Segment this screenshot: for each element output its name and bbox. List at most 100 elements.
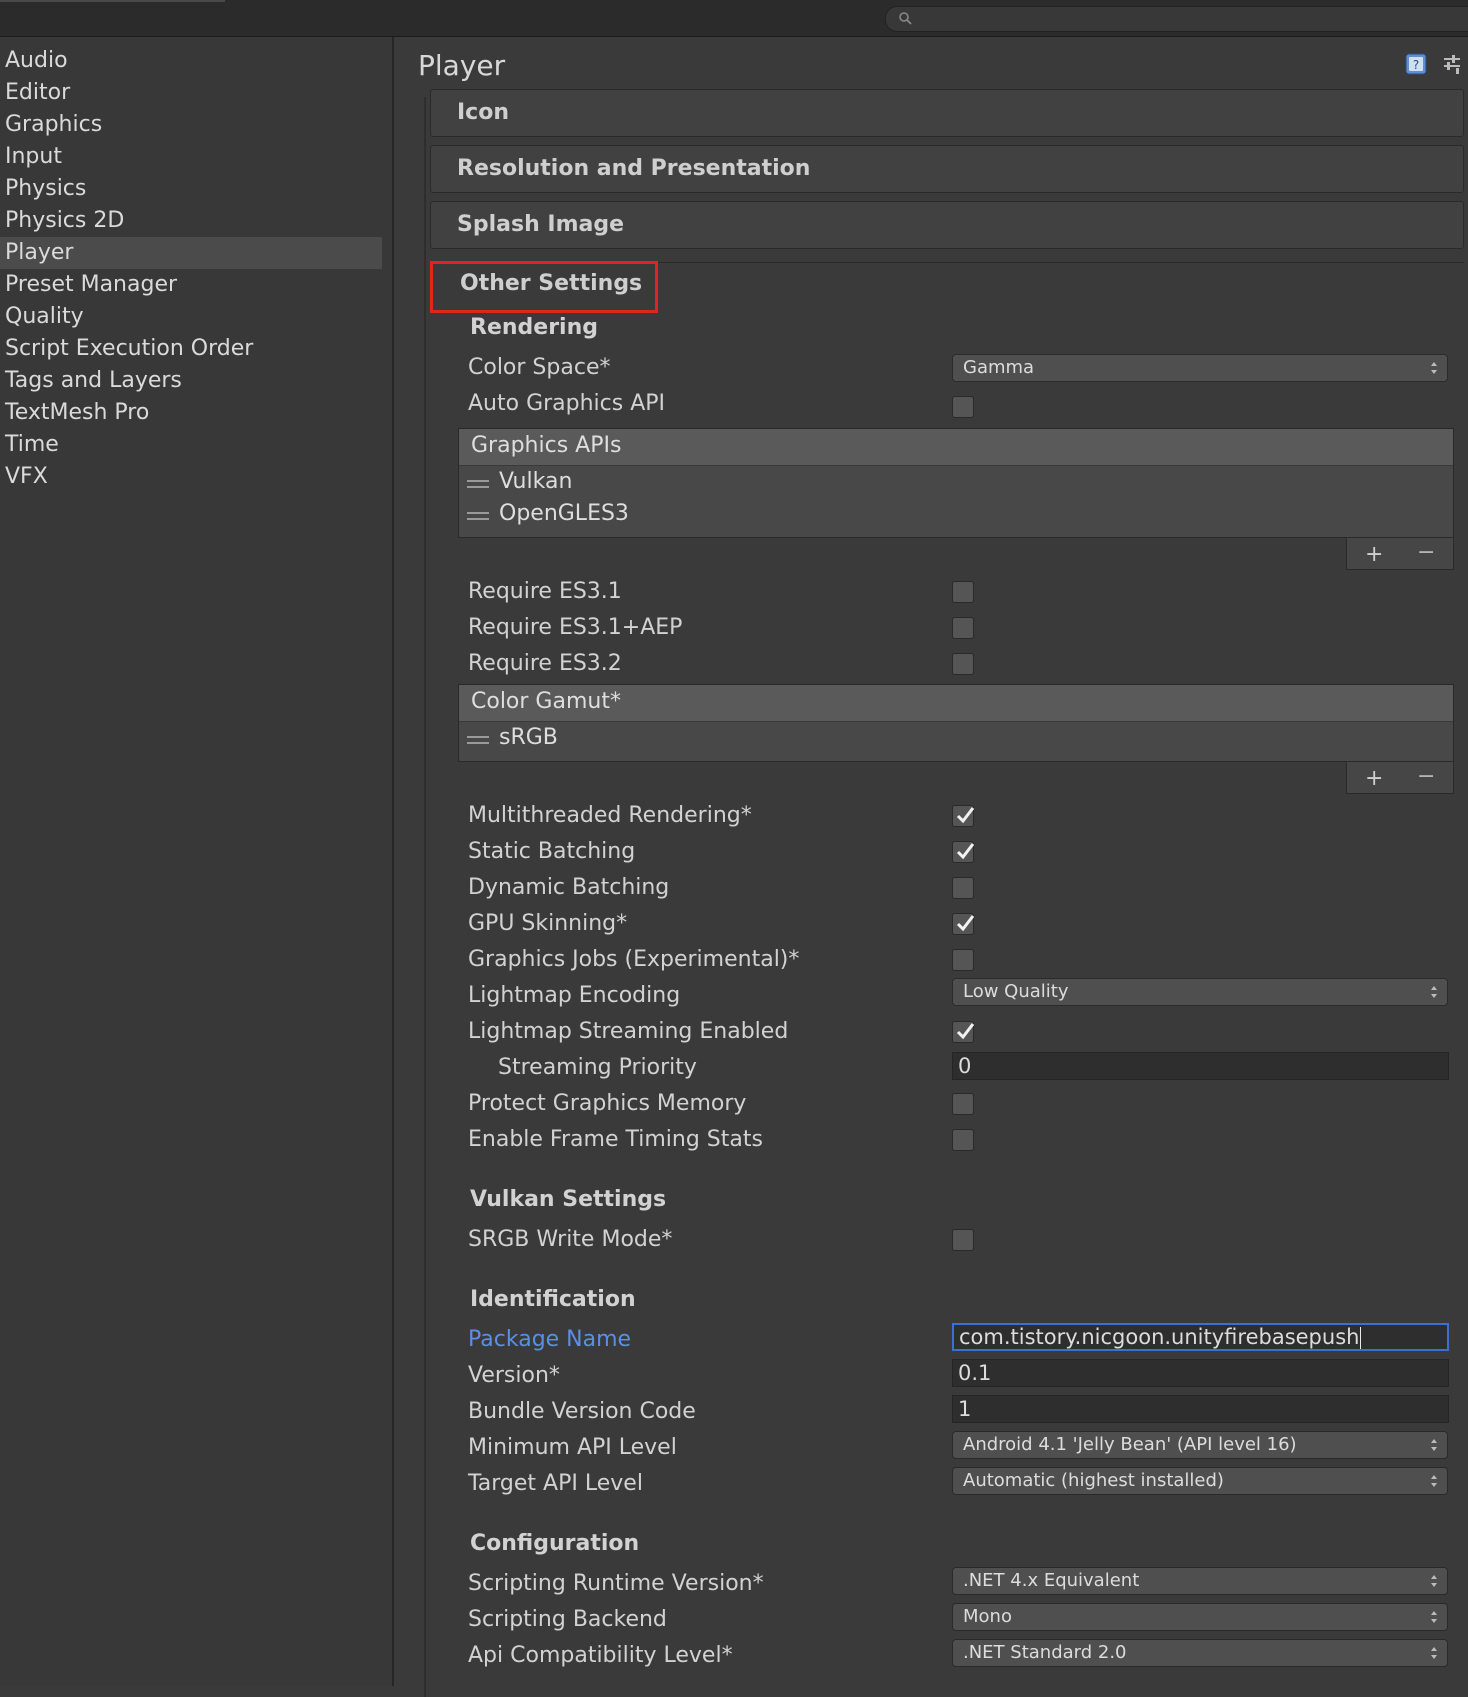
- dropdown-arrows-icon: [1431, 1475, 1437, 1487]
- list-item-label: Vulkan: [499, 469, 573, 494]
- protect-graphics-memory-checkbox[interactable]: [952, 1093, 974, 1115]
- protect-graphics-memory-label: Protect Graphics Memory: [468, 1091, 747, 1116]
- group-rendering: Rendering: [470, 315, 598, 340]
- package-name-field[interactable]: com.tistory.nicgoon.unityfirebasepush: [952, 1323, 1449, 1351]
- sidebar-item-tags-and-layers[interactable]: Tags and Layers: [0, 365, 382, 397]
- graphics-apis-list: Graphics APIs Vulkan OpenGLES3: [458, 428, 1454, 538]
- svg-text:?: ?: [1413, 58, 1419, 72]
- streaming-priority-field[interactable]: 0: [952, 1052, 1449, 1080]
- package-name-value: com.tistory.nicgoon.unityfirebasepush: [959, 1325, 1360, 1349]
- sidebar-item-player[interactable]: Player: [0, 237, 382, 269]
- search-input[interactable]: [885, 6, 1468, 32]
- dropdown-arrows-icon: [1431, 362, 1437, 374]
- search-icon: [899, 12, 912, 25]
- checkmark-icon: [956, 843, 975, 860]
- graphics-jobs-label: Graphics Jobs (Experimental)*: [468, 947, 800, 972]
- section-resolution[interactable]: Resolution and Presentation: [430, 145, 1464, 193]
- dropdown-arrows-icon: [1431, 986, 1437, 998]
- minimum-api-level-dropdown[interactable]: Android 4.1 'Jelly Bean' (API level 16): [952, 1431, 1448, 1459]
- section-splash[interactable]: Splash Image: [430, 201, 1464, 249]
- gpu-skinning-label: GPU Skinning*: [468, 911, 628, 936]
- section-splash-label: Splash Image: [457, 212, 625, 237]
- checkmark-icon: [956, 915, 975, 932]
- lightmap-streaming-checkbox[interactable]: [952, 1021, 975, 1043]
- dropdown-arrows-icon: [1431, 1575, 1437, 1587]
- static-batching-checkbox[interactable]: [952, 841, 975, 863]
- dropdown-arrows-icon: [1431, 1439, 1437, 1451]
- sidebar-item-physics[interactable]: Physics: [0, 173, 382, 205]
- version-label: Version*: [468, 1363, 560, 1388]
- graphics-apis-header: Graphics APIs: [459, 429, 1453, 466]
- dynamic-batching-label: Dynamic Batching: [468, 875, 670, 900]
- require-es31-checkbox[interactable]: [952, 581, 974, 603]
- color-space-label: Color Space*: [468, 355, 611, 380]
- frame-timing-stats-checkbox[interactable]: [952, 1129, 974, 1151]
- drag-handle-icon[interactable]: [467, 480, 489, 488]
- section-icon-label: Icon: [457, 100, 510, 125]
- tab-strip: [0, 0, 225, 2]
- drag-handle-icon[interactable]: [467, 736, 489, 744]
- bundle-version-code-field[interactable]: 1: [952, 1395, 1449, 1423]
- frame-timing-stats-label: Enable Frame Timing Stats: [468, 1127, 763, 1152]
- sidebar-item-textmesh-pro[interactable]: TextMesh Pro: [0, 397, 382, 429]
- scripting-runtime-dropdown[interactable]: .NET 4.x Equivalent: [952, 1567, 1448, 1595]
- version-field[interactable]: 0.1: [952, 1359, 1449, 1387]
- target-api-level-value: Automatic (highest installed): [963, 1470, 1224, 1491]
- sidebar-item-input[interactable]: Input: [0, 141, 382, 173]
- section-icon[interactable]: Icon: [430, 89, 1464, 137]
- multithreaded-rendering-label: Multithreaded Rendering*: [468, 803, 752, 828]
- settings-sidebar: Audio Editor Graphics Input Physics Phys…: [0, 37, 394, 1686]
- sidebar-item-audio[interactable]: Audio: [0, 45, 382, 77]
- dropdown-arrows-icon: [1431, 1647, 1437, 1659]
- api-compatibility-dropdown[interactable]: .NET Standard 2.0: [952, 1639, 1448, 1667]
- page-title: Player: [418, 49, 506, 82]
- color-gamut-list: Color Gamut* sRGB: [458, 684, 1454, 762]
- list-item[interactable]: OpenGLES3: [459, 498, 1453, 530]
- group-configuration: Configuration: [470, 1531, 640, 1556]
- add-icon[interactable]: +: [1365, 542, 1383, 567]
- lightmap-encoding-dropdown[interactable]: Low Quality: [952, 978, 1448, 1006]
- srgb-write-mode-checkbox[interactable]: [952, 1229, 974, 1251]
- sidebar-item-preset-manager[interactable]: Preset Manager: [0, 269, 382, 301]
- remove-icon[interactable]: −: [1417, 764, 1435, 789]
- top-toolbar: [0, 0, 1468, 37]
- sidebar-item-script-execution-order[interactable]: Script Execution Order: [0, 333, 382, 365]
- presets-icon[interactable]: [1440, 52, 1464, 76]
- drag-handle-icon[interactable]: [467, 512, 489, 520]
- remove-icon[interactable]: −: [1417, 540, 1435, 565]
- require-es31-aep-checkbox[interactable]: [952, 617, 974, 639]
- api-compatibility-label: Api Compatibility Level*: [468, 1643, 733, 1668]
- sidebar-item-physics-2d[interactable]: Physics 2D: [0, 205, 382, 237]
- dynamic-batching-checkbox[interactable]: [952, 877, 974, 899]
- srgb-write-mode-label: SRGB Write Mode*: [468, 1227, 673, 1252]
- graphics-jobs-checkbox[interactable]: [952, 949, 974, 971]
- gpu-skinning-checkbox[interactable]: [952, 913, 975, 935]
- lightmap-streaming-label: Lightmap Streaming Enabled: [468, 1019, 789, 1044]
- minimum-api-level-label: Minimum API Level: [468, 1435, 677, 1460]
- lightmap-encoding-value: Low Quality: [963, 981, 1069, 1002]
- scripting-backend-dropdown[interactable]: Mono: [952, 1603, 1448, 1631]
- list-item[interactable]: sRGB: [459, 722, 1453, 754]
- list-item[interactable]: Vulkan: [459, 466, 1453, 498]
- auto-graphics-api-checkbox[interactable]: [952, 396, 974, 418]
- sidebar-item-time[interactable]: Time: [0, 429, 382, 461]
- section-other-label[interactable]: Other Settings: [460, 271, 642, 296]
- bundle-version-code-label: Bundle Version Code: [468, 1399, 696, 1424]
- multithreaded-rendering-checkbox[interactable]: [952, 805, 975, 827]
- require-es32-checkbox[interactable]: [952, 653, 974, 675]
- package-name-label: Package Name: [468, 1327, 632, 1352]
- add-icon[interactable]: +: [1365, 766, 1383, 791]
- target-api-level-dropdown[interactable]: Automatic (highest installed): [952, 1467, 1448, 1495]
- scripting-runtime-label: Scripting Runtime Version*: [468, 1571, 764, 1596]
- sidebar-item-vfx[interactable]: VFX: [0, 461, 382, 493]
- sidebar-item-graphics[interactable]: Graphics: [0, 109, 382, 141]
- sidebar-item-quality[interactable]: Quality: [0, 301, 382, 333]
- sidebar-item-editor[interactable]: Editor: [0, 77, 382, 109]
- streaming-priority-label: Streaming Priority: [498, 1055, 697, 1080]
- help-book-icon[interactable]: ?: [1404, 52, 1428, 76]
- static-batching-label: Static Batching: [468, 839, 636, 864]
- list-item-label: OpenGLES3: [499, 501, 629, 526]
- color-space-value: Gamma: [963, 357, 1035, 378]
- color-space-dropdown[interactable]: Gamma: [952, 354, 1448, 382]
- section-resolution-label: Resolution and Presentation: [457, 156, 811, 181]
